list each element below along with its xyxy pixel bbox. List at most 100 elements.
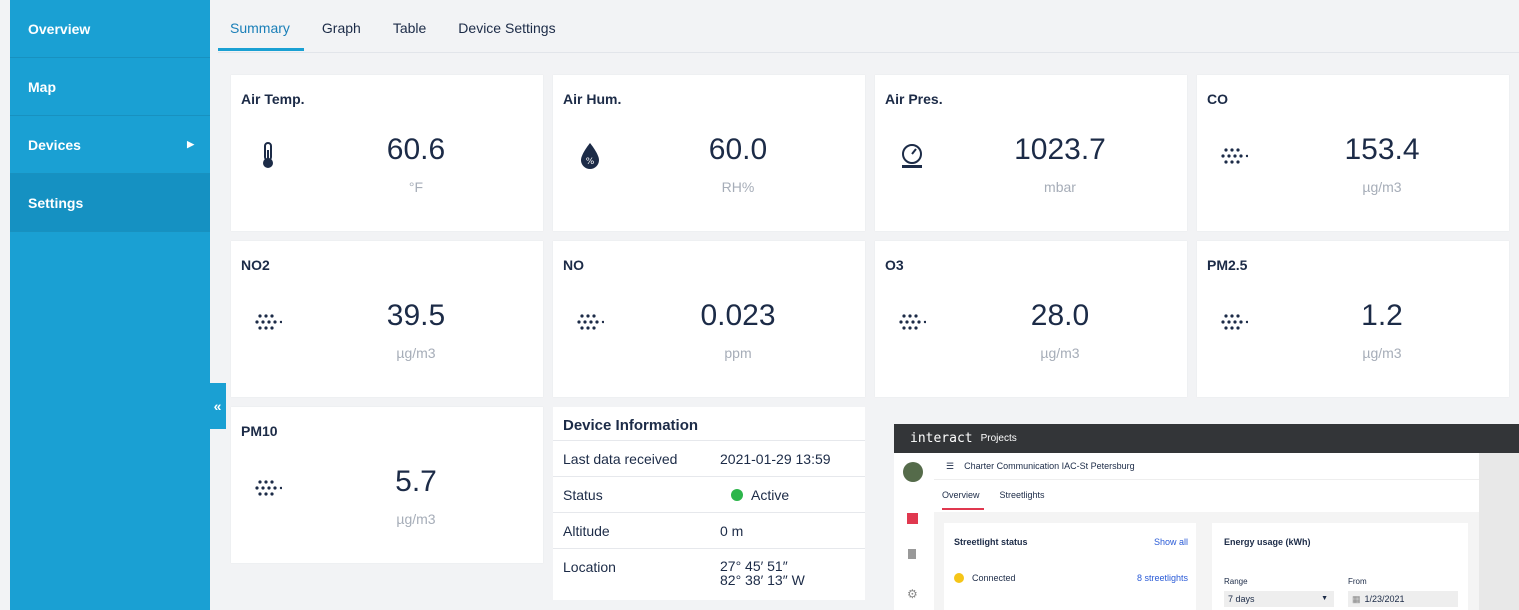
status-value: Active	[720, 487, 865, 503]
card-unit: µg/m3	[1362, 345, 1402, 361]
inset-top-bar: interact Projects	[894, 424, 1519, 453]
chevron-right-icon: ▶	[187, 139, 194, 149]
dashboard-icon[interactable]	[907, 513, 918, 524]
sidebar-item-overview[interactable]: Overview	[10, 0, 210, 58]
particles-icon	[253, 307, 283, 337]
card-air-temp: Air Temp. 60.6 °F	[231, 75, 543, 231]
energy-usage-panel: Energy usage (kWh) Range 7 days ▼ From ▦…	[1212, 523, 1468, 610]
sidebar-item-settings[interactable]: Settings	[10, 174, 210, 232]
info-row: Status Active	[553, 477, 865, 513]
from-date-input[interactable]: ▦ 1/23/2021	[1348, 591, 1458, 607]
longitude: 82° 38′ 13″ W	[720, 572, 805, 588]
card-value: 28.0	[1030, 299, 1090, 332]
from-label: From	[1348, 577, 1367, 586]
info-row: Location 27° 45′ 51″ 82° 38′ 13″ W	[553, 549, 865, 599]
card-o3: O3 28.0 µg/m3	[875, 241, 1187, 397]
range-label: Range	[1224, 577, 1248, 586]
info-label: Altitude	[563, 522, 610, 539]
thermometer-icon	[253, 141, 283, 171]
location-value: 27° 45′ 51″ 82° 38′ 13″ W	[720, 559, 865, 587]
inset-tab-bar: Overview Streetlights	[934, 480, 1479, 512]
card-value: 1023.7	[1014, 133, 1106, 166]
card-no2: NO2 39.5 µg/m3	[231, 241, 543, 397]
collapse-sidebar-button[interactable]: «	[209, 383, 226, 429]
status-dot-icon	[731, 488, 743, 501]
tab-bar: Summary Graph Table Device Settings	[218, 0, 576, 52]
show-all-link[interactable]: Show all	[1154, 537, 1188, 547]
project-name: Charter Communication IAC-St Petersburg	[964, 461, 1135, 471]
card-title: CO	[1207, 91, 1228, 107]
card-value: 5.7	[395, 465, 437, 498]
streetlights-count-link[interactable]: 8 streetlights	[1137, 573, 1188, 583]
inset-project-header: ☰ Charter Communication IAC-St Petersbur…	[934, 453, 1479, 480]
card-unit: RH%	[721, 179, 755, 195]
info-label: Last data received	[563, 450, 678, 467]
card-unit: °F	[408, 179, 424, 195]
sidebar-item-label: Map	[28, 78, 56, 95]
inset-left-rail: ⚙	[894, 453, 935, 610]
card-unit: µg/m3	[1040, 345, 1080, 361]
card-value: 153.4	[1344, 133, 1420, 166]
card-co: CO 153.4 µg/m3	[1197, 75, 1509, 231]
inset-screenshot: interact Projects ⚙ ☰ Charter Communicat…	[894, 424, 1519, 610]
card-no: NO 0.023 ppm	[553, 241, 865, 397]
document-icon[interactable]	[908, 549, 916, 559]
sidebar-item-devices[interactable]: Devices ▶	[10, 116, 210, 174]
card-title: PM2.5	[1207, 257, 1248, 273]
from-date-value: 1/23/2021	[1364, 594, 1405, 604]
tab-device-settings[interactable]: Device Settings	[446, 0, 565, 52]
humidity-drop-icon: %	[575, 141, 605, 171]
info-label: Location	[563, 559, 616, 575]
projects-link[interactable]: Projects	[981, 433, 1017, 444]
card-pm10: PM10 5.7 µg/m3	[231, 407, 543, 563]
info-value: 2021-01-29 13:59	[720, 450, 831, 467]
interact-logo: interact	[910, 431, 973, 446]
card-value: 60.0	[708, 133, 768, 166]
svg-text:%: %	[586, 157, 595, 167]
range-select[interactable]: 7 days ▼	[1224, 591, 1334, 607]
card-title: Air Hum.	[563, 91, 622, 107]
card-title: Air Pres.	[885, 91, 943, 107]
sidebar-item-label: Settings	[28, 194, 84, 211]
sidebar-item-label: Overview	[28, 20, 91, 37]
card-value: 60.6	[386, 133, 446, 166]
connected-dot-icon	[954, 573, 964, 583]
card-pm25: PM2.5 1.2 µg/m3	[1197, 241, 1509, 397]
tab-graph[interactable]: Graph	[310, 0, 371, 52]
card-air-hum: Air Hum. % 60.0 RH%	[553, 75, 865, 231]
info-row: Altitude 0 m	[553, 513, 865, 549]
range-value: 7 days	[1228, 594, 1255, 604]
avatar[interactable]	[903, 462, 923, 482]
info-value: 0 m	[720, 522, 744, 539]
status-text: Active	[751, 486, 790, 503]
panel-title: Device Information	[553, 407, 865, 441]
list-icon[interactable]: ☰	[946, 461, 954, 472]
connected-label: Connected	[972, 573, 1016, 583]
inset-right-gutter	[1479, 453, 1519, 610]
chevron-down-icon: ▼	[1321, 595, 1328, 602]
tab-summary[interactable]: Summary	[218, 0, 304, 52]
sidebar: Overview Map Devices ▶ Settings	[10, 0, 210, 610]
info-row: Last data received 2021-01-29 13:59	[553, 441, 865, 477]
sidebar-item-label: Devices	[28, 136, 81, 153]
panel-title: Streetlight status	[954, 537, 1028, 547]
card-title: O3	[885, 257, 904, 273]
card-air-pres: Air Pres. 1023.7 mbar	[875, 75, 1187, 231]
particles-icon	[1219, 141, 1249, 171]
card-value: 0.023	[700, 299, 776, 332]
gear-icon[interactable]: ⚙	[907, 587, 918, 601]
inset-tab-overview[interactable]: Overview	[942, 480, 988, 512]
sidebar-item-map[interactable]: Map	[10, 58, 210, 116]
tab-table[interactable]: Table	[381, 0, 436, 52]
card-value: 1.2	[1361, 299, 1403, 332]
particles-icon	[897, 307, 927, 337]
particles-icon	[253, 473, 283, 503]
card-unit: ppm	[724, 345, 752, 361]
card-title: NO	[563, 257, 584, 273]
inset-tab-streetlights[interactable]: Streetlights	[1000, 480, 1053, 512]
particles-icon	[1219, 307, 1249, 337]
card-unit: µg/m3	[396, 511, 436, 527]
card-title: Air Temp.	[241, 91, 305, 107]
card-title: PM10	[241, 423, 278, 439]
particles-icon	[575, 307, 605, 337]
